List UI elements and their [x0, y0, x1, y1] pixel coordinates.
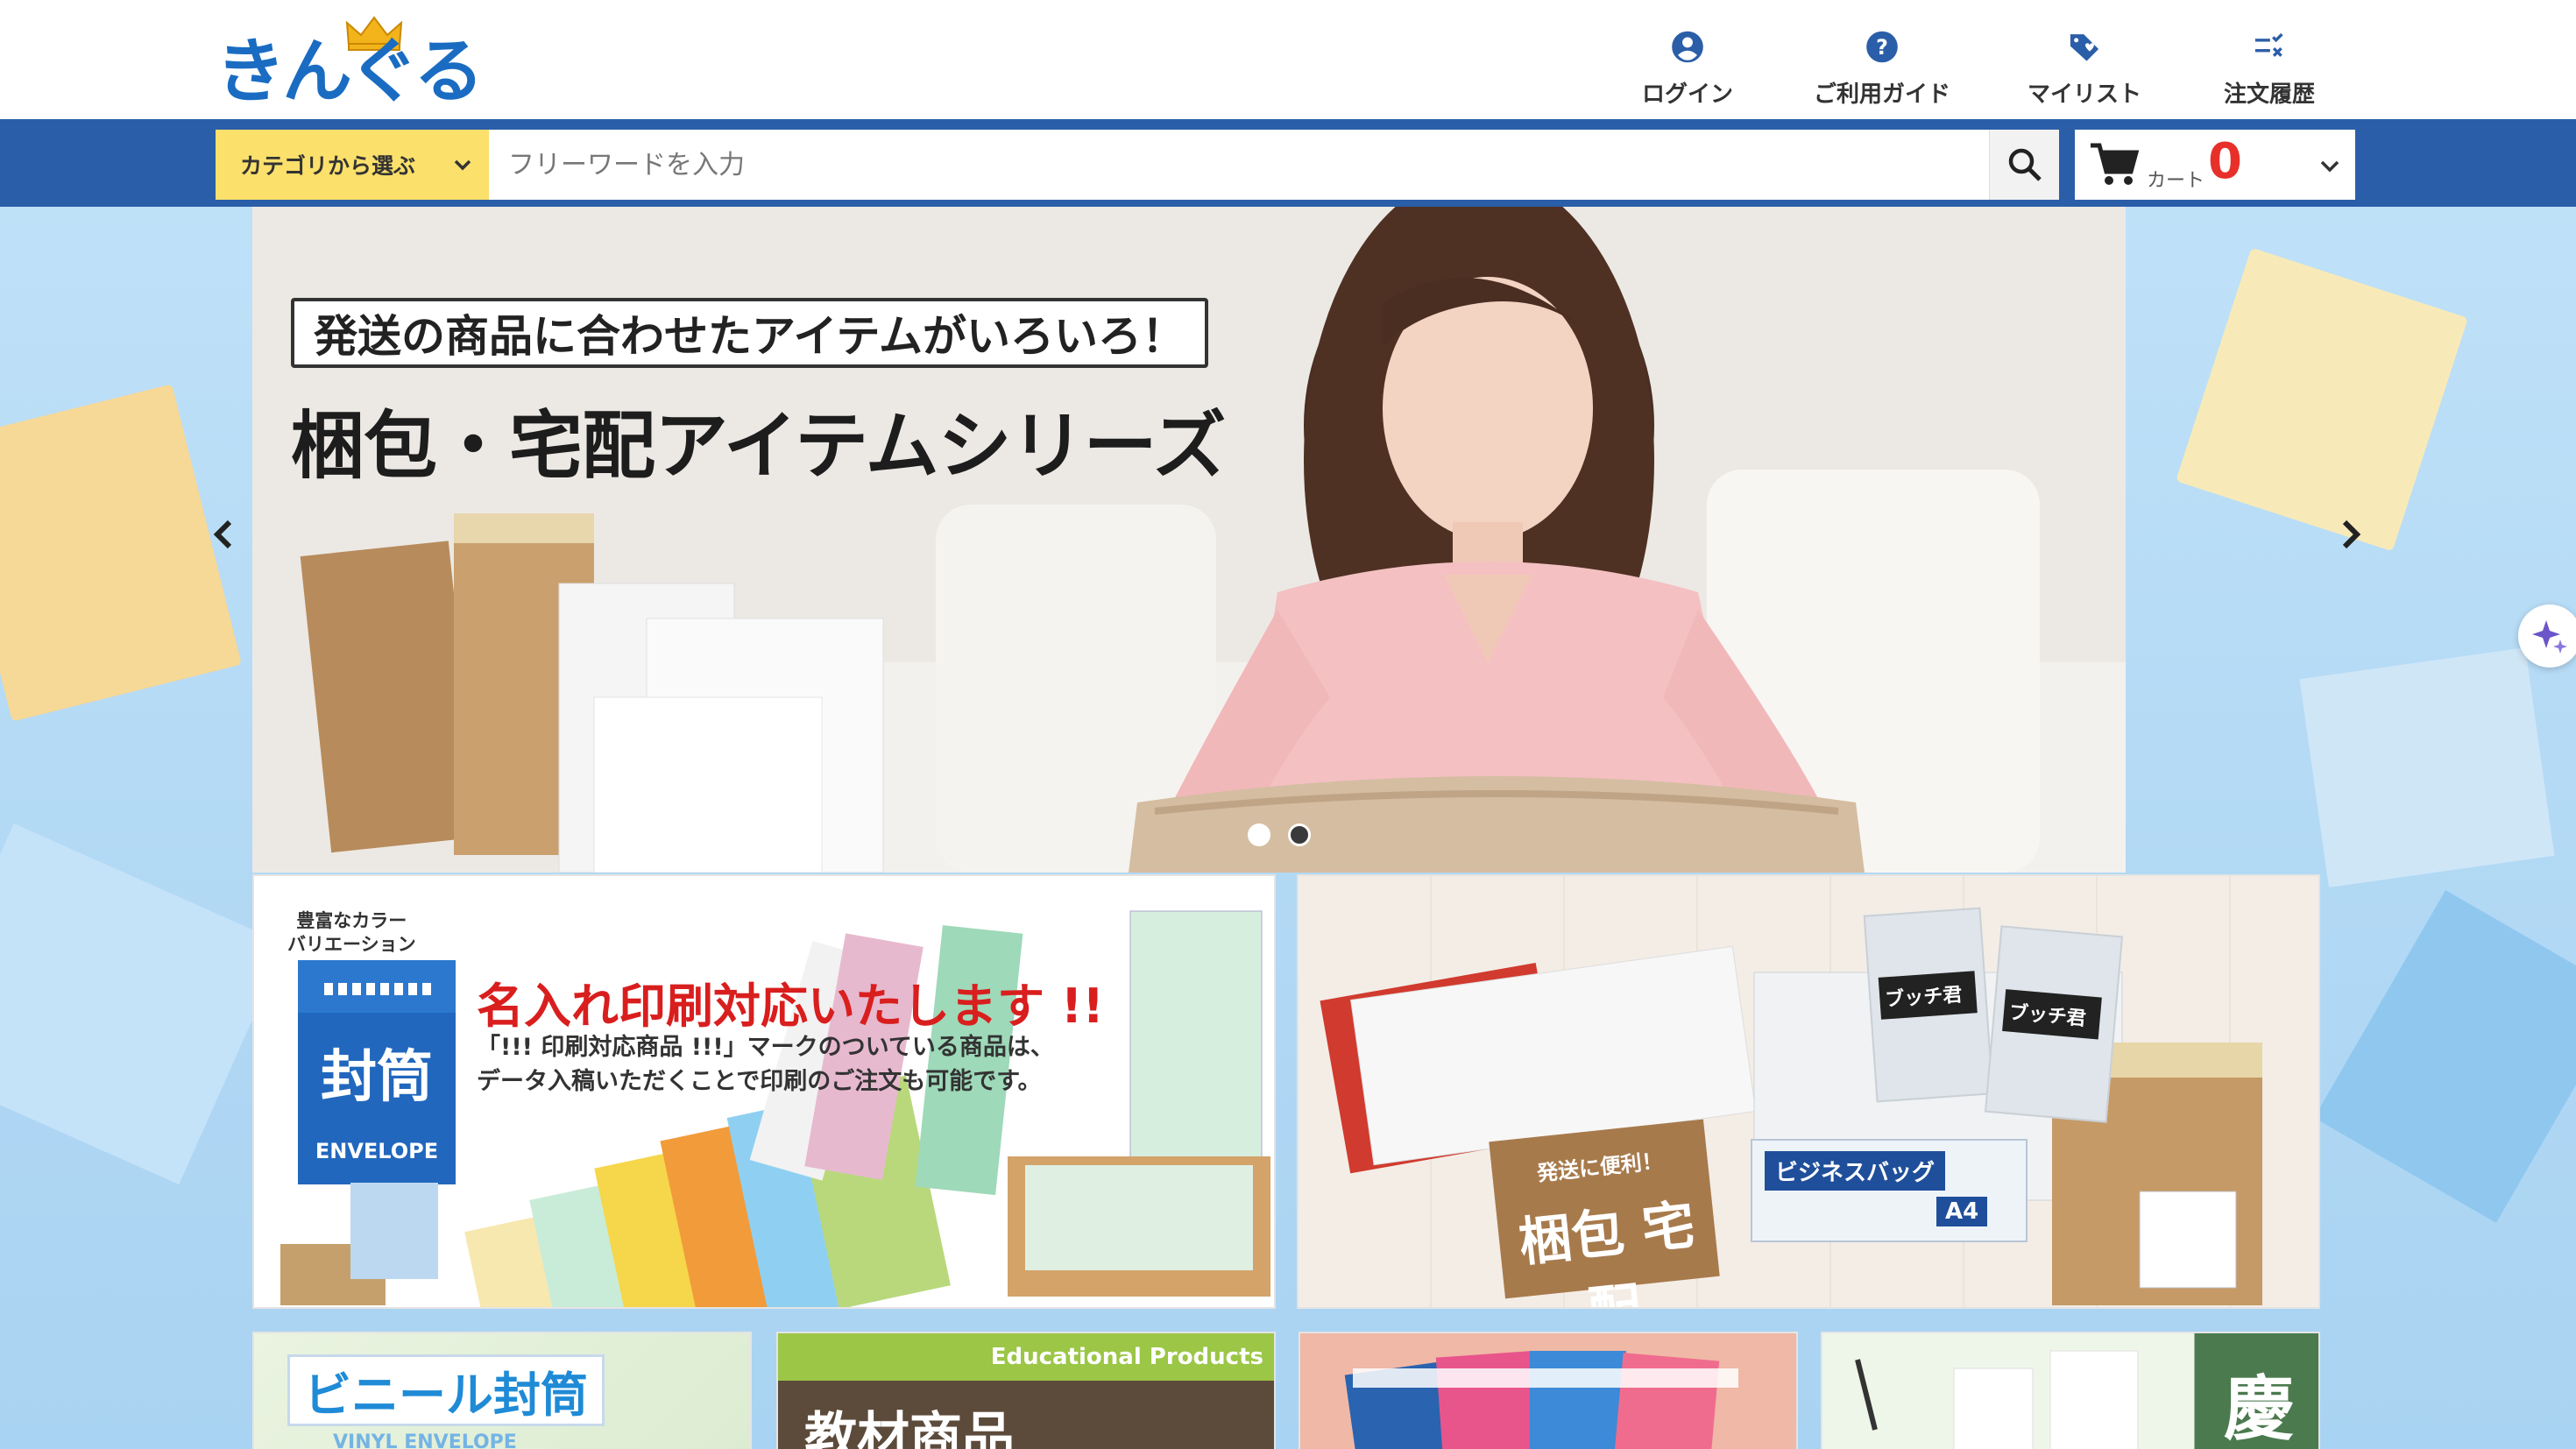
chevron-right-icon: [2342, 520, 2361, 549]
card-pochi-bags[interactable]: [1299, 1332, 1798, 1449]
logo-text: きんぐる: [216, 31, 484, 112]
sparkle-icon: [2532, 620, 2567, 654]
order-history-icon: [2254, 32, 2283, 57]
cart-label: カート: [2147, 170, 2205, 192]
nav-login[interactable]: ログイン: [1642, 30, 1733, 109]
search-button[interactable]: [1989, 130, 2059, 200]
svg-text:?: ?: [1876, 35, 1888, 60]
banner-name-printing[interactable]: 豊富なカラー バリエーション 封筒 ENVELOPE 名入れ印刷対応いたします …: [252, 874, 1276, 1309]
search-icon: [2008, 148, 2042, 181]
cushion-envelope-pack-2: ブッチ君: [1984, 925, 2124, 1123]
card-vinyl-envelope[interactable]: ビニール封筒 VINYL ENVELOPE: [252, 1332, 752, 1449]
business-bag-pack: ビジネスバッグ A4: [1751, 1139, 2028, 1242]
site-header: きんぐる ログイン ? ご利用ガイド マイリスト 注文履歴: [0, 0, 2576, 119]
chevron-down-icon: [454, 159, 471, 171]
pack-2-label: ブッチ君: [2002, 989, 2102, 1040]
nav-mylist[interactable]: マイリスト: [2028, 30, 2141, 109]
hero-title: 梱包・宅配アイテムシリーズ: [291, 403, 1226, 489]
help-circle-icon: ?: [1866, 31, 1898, 63]
slider-dot-1[interactable]: [1248, 823, 1270, 846]
deco-box-right-low: [2314, 890, 2576, 1223]
nav-login-label: ログイン: [1642, 81, 1734, 108]
cushion-envelope-pack-1: ブッチ君: [1863, 907, 1994, 1103]
slider-dots: [1248, 823, 1311, 846]
card-vinyl-subtitle: VINYL ENVELOPE: [333, 1431, 517, 1449]
banner-printing-title: 名入れ印刷対応いたします !!: [477, 979, 1105, 1034]
banner-packing-delivery[interactable]: ブッチ君 ブッチ君 ビジネスバッグ A4 発送に便利！ 梱包 宅配: [1297, 874, 2320, 1309]
hero-slide[interactable]: 発送の商品に合わせたアイテムがいろいろ！ 梱包・宅配アイテムシリーズ: [252, 207, 2126, 873]
packing-illustration: [1320, 945, 2262, 1305]
packing-stamp: 発送に便利！ 梱包 宅配: [1489, 1119, 1720, 1307]
main-stage: 発送の商品に合わせたアイテムがいろいろ！ 梱包・宅配アイテムシリーズ 豊富なカラ…: [0, 207, 2576, 1449]
pack-1-label: ブッチ君: [1878, 971, 1978, 1020]
site-logo[interactable]: きんぐる: [216, 16, 484, 107]
assistant-side-button[interactable]: [2518, 604, 2576, 668]
business-bag-label: ビジネスバッグ: [1765, 1151, 1946, 1191]
account-circle-icon: [1672, 31, 1703, 63]
nav-guide-label: ご利用ガイド: [1814, 81, 1951, 108]
banner-printing-body-line1: 「!!! 印刷対応商品 !!!」マークのついている商品は、: [477, 1034, 1054, 1061]
search-input[interactable]: [489, 130, 1989, 200]
deco-box-left-low: [0, 823, 287, 1185]
packing-stamp-big: 梱包 宅配: [1516, 1194, 1698, 1307]
banner-printing-body: 「!!! 印刷対応商品 !!!」マークのついている商品は、 データ入稿いただくこ…: [477, 1030, 1054, 1099]
card-keiji-kanji: 慶: [2224, 1368, 2294, 1449]
chevron-down-icon: [2320, 160, 2339, 173]
business-bag-size: A4: [1936, 1197, 1988, 1226]
slider-dot-2[interactable]: [1288, 823, 1311, 846]
card-educational-products[interactable]: Educational Products 教材商品: [776, 1332, 1276, 1449]
slider-next-button[interactable]: [2324, 508, 2376, 561]
nav-order-history-label: 注文履歴: [2224, 81, 2316, 108]
deco-bag-right: [2176, 247, 2468, 552]
cart-button[interactable]: カート 0: [2075, 130, 2355, 200]
card-ceremonial-envelopes[interactable]: 慶: [1821, 1332, 2320, 1449]
cart-count: 0: [2208, 133, 2242, 190]
nav-mylist-label: マイリスト: [2028, 81, 2142, 108]
cart-icon: [2091, 143, 2140, 185]
pochi-bags-illustration: [1344, 1350, 1738, 1449]
tag-heart-icon: [2070, 34, 2099, 61]
nav-order-history[interactable]: 注文履歴: [2224, 30, 2315, 109]
search-bar: カテゴリから選ぶ カート 0: [0, 119, 2576, 207]
nav-guide[interactable]: ? ご利用ガイド: [1814, 30, 1950, 109]
hero-tagline: 発送の商品に合わせたアイテムがいろいろ！: [291, 298, 1208, 368]
chevron-left-icon: [213, 520, 232, 549]
slider-prev-button[interactable]: [198, 508, 251, 561]
banner-printing-body-line2: データ入稿いただくことで印刷のご注文も可能です。: [477, 1068, 1042, 1096]
deco-box-right: [2299, 647, 2555, 887]
card-edu-title: Educational Products: [990, 1344, 1263, 1370]
category-select[interactable]: カテゴリから選ぶ: [216, 130, 489, 200]
card-vinyl-title: ビニール封筒: [287, 1354, 605, 1426]
category-select-label: カテゴリから選ぶ: [240, 153, 416, 179]
card-edu-kanji: 教材商品: [804, 1407, 1015, 1449]
